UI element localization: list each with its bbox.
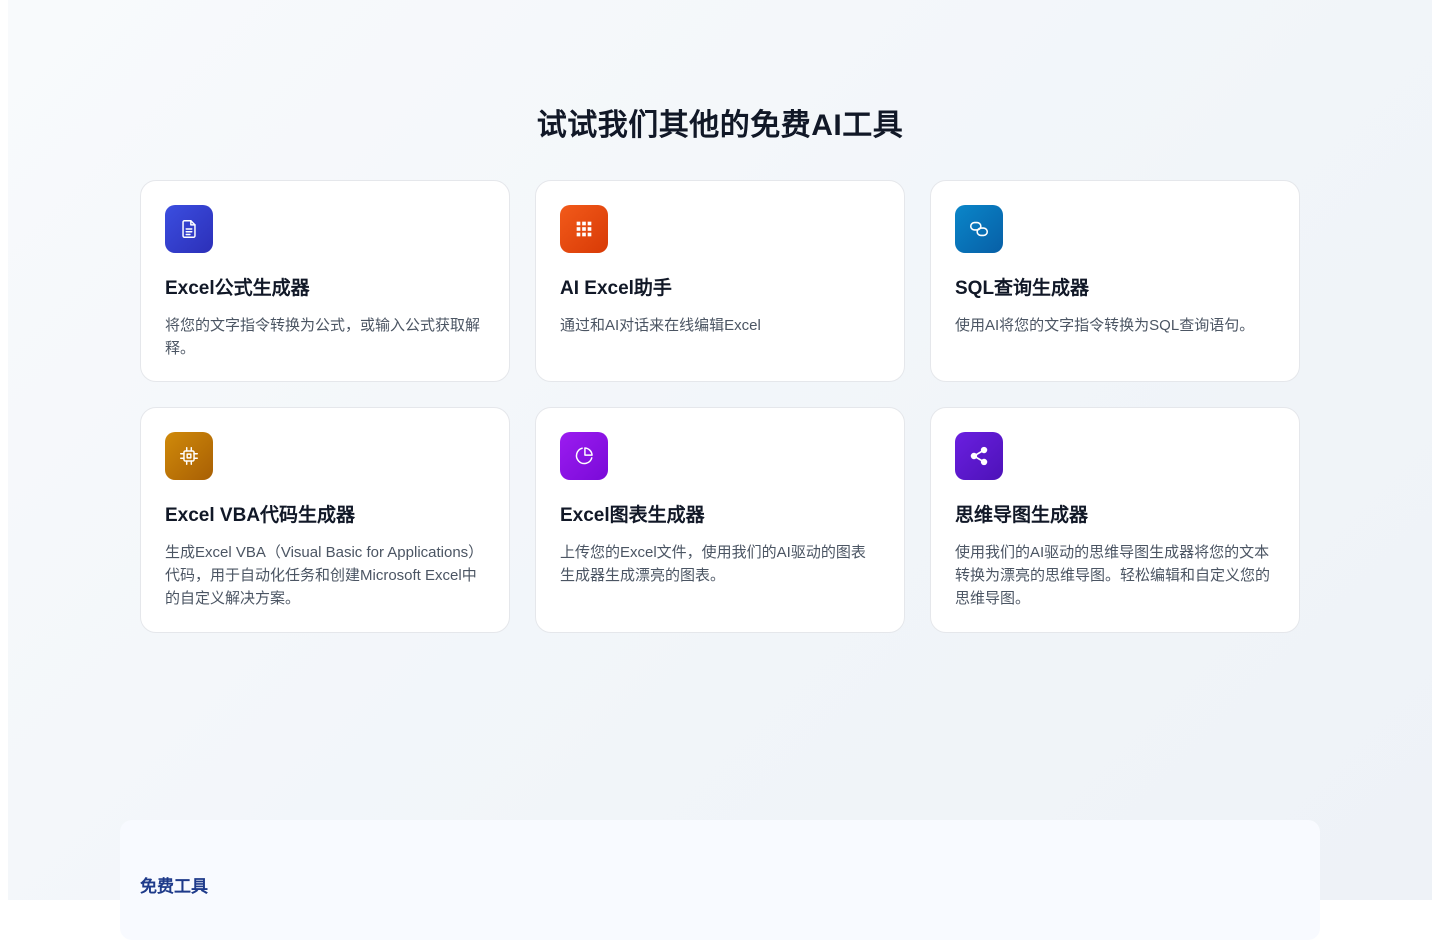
tool-card-title: SQL查询生成器 bbox=[955, 278, 1090, 299]
tool-card-excel-chart[interactable]: Excel图表生成器 上传您的Excel文件，使用我们的AI驱动的图表生成器生成… bbox=[535, 407, 905, 633]
footer-heading-free-tools: 免费工具 bbox=[140, 877, 208, 896]
section-title: 试试我们其他的免费AI工具 bbox=[536, 109, 904, 142]
tool-card-title: Excel图表生成器 bbox=[560, 505, 705, 526]
share-icon bbox=[970, 446, 988, 466]
tool-card-description: 上传您的Excel文件，使用我们的AI驱动的图表生成器生成漂亮的图表。 bbox=[560, 544, 866, 584]
tool-card-description: 通过和AI对话来在线编辑Excel bbox=[560, 317, 761, 334]
tool-icon-box bbox=[955, 432, 1003, 480]
tool-card-mind-map[interactable]: 思维导图生成器 使用我们的AI驱动的思维导图生成器将您的文本转换为漂亮的思维导图… bbox=[930, 407, 1300, 633]
tools-grid: Excel公式生成器 将您的文字指令转换为公式，或输入公式获取解释。 AI Ex… bbox=[140, 180, 1300, 633]
tool-icon-box bbox=[560, 205, 608, 253]
tool-card-sql-query[interactable]: SQL查询生成器 使用AI将您的文字指令转换为SQL查询语句。 bbox=[930, 180, 1300, 382]
tool-icon-box bbox=[955, 205, 1003, 253]
document-icon bbox=[182, 220, 196, 238]
tool-card-title: Excel公式生成器 bbox=[165, 278, 310, 299]
tool-card-description: 使用我们的AI驱动的思维导图生成器将您的文本转换为漂亮的思维导图。轻松编辑和自定… bbox=[955, 544, 1271, 607]
tool-card-description: 将您的文字指令转换为公式，或输入公式获取解释。 bbox=[165, 317, 481, 357]
tool-card-title: Excel VBA代码生成器 bbox=[165, 505, 356, 526]
tool-card-description: 使用AI将您的文字指令转换为SQL查询语句。 bbox=[955, 317, 1255, 334]
tool-icon-box bbox=[165, 432, 213, 480]
tool-card-excel-formula[interactable]: Excel公式生成器 将您的文字指令转换为公式，或输入公式获取解释。 bbox=[140, 180, 510, 382]
tool-icon-box bbox=[560, 432, 608, 480]
pie-chart-icon bbox=[575, 447, 593, 465]
tool-card-ai-excel-assistant[interactable]: AI Excel助手 通过和AI对话来在线编辑Excel bbox=[535, 180, 905, 382]
footer-panel: 免费工具 bbox=[120, 820, 1320, 940]
link-icon bbox=[969, 221, 989, 237]
grid-icon bbox=[576, 221, 592, 237]
tool-card-title: 思维导图生成器 bbox=[955, 505, 1089, 526]
chip-icon bbox=[180, 447, 198, 465]
tool-card-title: AI Excel助手 bbox=[560, 278, 672, 299]
tool-card-excel-vba[interactable]: Excel VBA代码生成器 生成Excel VBA（Visual Basic … bbox=[140, 407, 510, 633]
tool-card-description: 生成Excel VBA（Visual Basic for Application… bbox=[165, 544, 484, 607]
page: 试试我们其他的免费AI工具 Excel公式生成器 将您的文字指令转换为公式，或输… bbox=[8, 0, 1432, 940]
tool-icon-box bbox=[165, 205, 213, 253]
